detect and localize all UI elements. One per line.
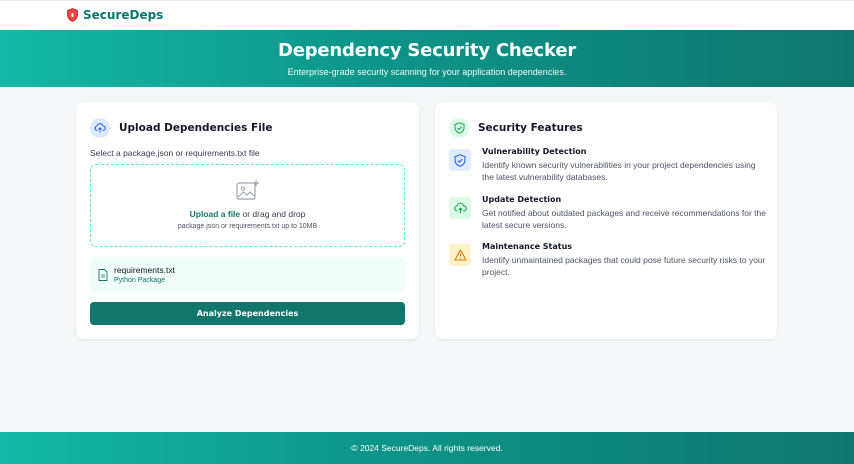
brand[interactable]: SecureDeps xyxy=(67,8,163,22)
upload-cloud-icon xyxy=(449,197,471,219)
upload-icon xyxy=(90,118,110,138)
page-subtitle: Enterprise-grade security scanning for y… xyxy=(287,67,567,77)
selected-file-type: Python Package xyxy=(114,277,165,284)
feature-title: Vulnerability Detection xyxy=(482,147,587,156)
upload-card-header: Upload Dependencies File xyxy=(90,118,273,138)
drag-drop-text: or drag and drop xyxy=(240,209,306,219)
shield-logo-icon xyxy=(67,8,78,22)
shield-check-icon xyxy=(449,149,471,171)
upload-card: Upload Dependencies File Select a packag… xyxy=(76,102,419,339)
feature-description: Identify unmaintained packages that coul… xyxy=(482,255,766,277)
file-icon xyxy=(98,269,108,281)
page-title: Dependency Security Checker xyxy=(277,40,577,61)
dropzone-instructions: Upload a file or drag and drop xyxy=(91,209,404,219)
analyze-dependencies-button[interactable]: Analyze Dependencies xyxy=(90,302,405,325)
upload-card-title: Upload Dependencies File xyxy=(119,122,273,134)
select-file-label: Select a package.json or requirements.tx… xyxy=(90,148,260,158)
feature-title: Maintenance Status xyxy=(482,242,573,251)
features-card-title: Security Features xyxy=(478,122,583,134)
warning-icon xyxy=(449,244,471,266)
selected-file: requirements.txt Python Package xyxy=(90,257,405,293)
upload-file-link[interactable]: Upload a file xyxy=(190,209,241,219)
top-nav: SecureDeps xyxy=(0,0,854,30)
selected-file-name: requirements.txt xyxy=(114,265,175,275)
feature-description: Identify known security vulnerabilities … xyxy=(482,160,756,182)
dropzone-hint: package.json or requirements.txt up to 1… xyxy=(177,223,318,230)
file-dropzone[interactable]: Upload a file or drag and drop package.j… xyxy=(90,164,405,247)
security-features-card: Security Features Vulnerability Detectio… xyxy=(435,102,777,339)
features-card-header: Security Features xyxy=(449,118,583,138)
footer-copyright: © 2024 SecureDeps. All rights reserved. xyxy=(351,443,503,453)
brand-name: SecureDeps xyxy=(83,8,164,22)
hero-banner: Dependency Security Checker Enterprise-g… xyxy=(0,30,854,87)
feature-title: Update Detection xyxy=(482,195,562,204)
shield-check-icon xyxy=(449,118,469,138)
footer: © 2024 SecureDeps. All rights reserved. xyxy=(0,432,854,464)
feature-description: Get notified about outdated packages and… xyxy=(482,208,766,230)
image-add-icon xyxy=(236,180,259,200)
